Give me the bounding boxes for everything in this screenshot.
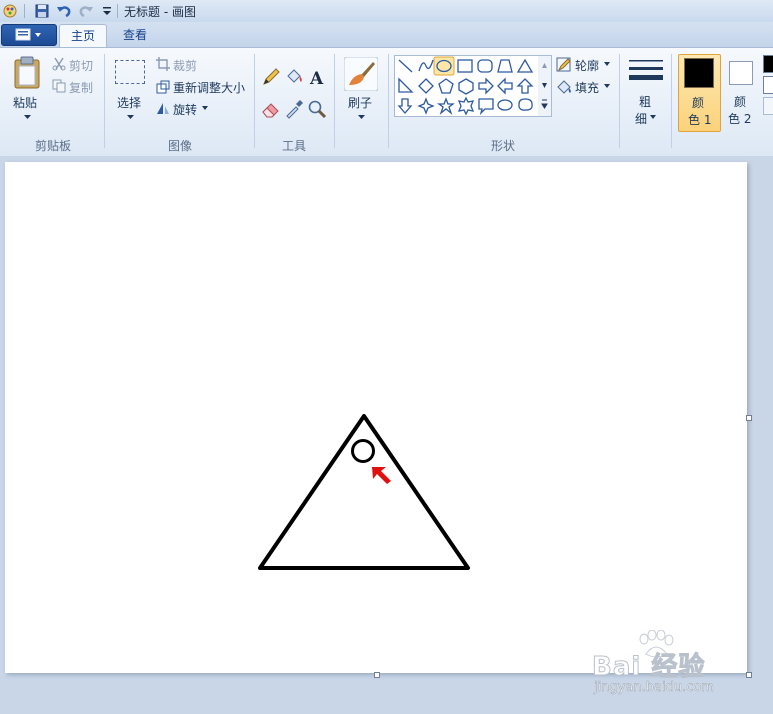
title-bar: 无标题 - 画图 bbox=[0, 0, 773, 23]
rotate-icon bbox=[157, 103, 169, 114]
tab-view[interactable]: 查看 bbox=[113, 24, 157, 46]
palette-swatch-empty[interactable] bbox=[763, 97, 773, 115]
size-button[interactable]: 粗 细 bbox=[626, 55, 666, 129]
palette-swatch-black[interactable] bbox=[763, 55, 773, 73]
shapes-grid-icons bbox=[397, 56, 551, 116]
paint-app-icon bbox=[3, 4, 17, 18]
resize-icon bbox=[156, 80, 170, 94]
crop-button[interactable]: 裁剪 bbox=[156, 56, 206, 74]
ribbon: 粘贴 剪切 复制 剪贴板 选择 裁剪 重新调整大小 旋转 图像 A 工具 刷子 … bbox=[0, 47, 773, 157]
outline-button[interactable]: 轮廓 bbox=[556, 56, 616, 74]
scissors-icon bbox=[52, 57, 66, 71]
line-width-icon bbox=[629, 60, 663, 80]
group-divider bbox=[388, 54, 389, 148]
rotate-button[interactable]: 旋转 bbox=[156, 100, 212, 118]
drawing-canvas[interactable] bbox=[5, 162, 747, 673]
undo-icon[interactable] bbox=[56, 3, 72, 19]
chevron-down-icon bbox=[604, 84, 610, 88]
eraser-icon[interactable] bbox=[261, 99, 281, 119]
file-menu-button[interactable] bbox=[1, 24, 57, 46]
redo-icon[interactable] bbox=[78, 3, 94, 19]
brushes-button[interactable]: 刷子 bbox=[340, 55, 382, 129]
paste-button[interactable]: 粘贴 bbox=[8, 54, 46, 126]
fill-bucket-icon bbox=[557, 80, 571, 94]
group-divider bbox=[254, 54, 255, 148]
select-button[interactable]: 选择 bbox=[110, 56, 150, 126]
crop-icon bbox=[156, 57, 170, 71]
text-tool-icon[interactable]: A bbox=[307, 67, 327, 87]
paste-label: 粘贴 bbox=[13, 96, 38, 110]
customize-toolbar-icon[interactable] bbox=[99, 3, 115, 19]
baidu-watermark: Bai 经验 jingyan.baidu.com bbox=[591, 630, 762, 704]
fill-button[interactable]: 填充 bbox=[556, 78, 616, 96]
shapes-group-label: 形状 bbox=[490, 139, 515, 153]
watermark-brand: Bai 经验 bbox=[591, 652, 706, 683]
group-divider bbox=[671, 54, 672, 148]
group-divider bbox=[619, 54, 620, 148]
group-divider bbox=[104, 54, 105, 148]
circle-shape bbox=[351, 439, 375, 463]
resize-button[interactable]: 重新调整大小 bbox=[156, 78, 250, 96]
resize-handle-right[interactable] bbox=[746, 415, 752, 421]
chevron-down-icon bbox=[24, 115, 31, 119]
clipboard-group-label: 剪贴板 bbox=[34, 139, 71, 153]
shapes-gallery[interactable] bbox=[394, 55, 552, 117]
chevron-down-icon bbox=[604, 62, 610, 66]
chevron-down-icon bbox=[202, 106, 208, 110]
color2-button[interactable]: 颜 色 2 bbox=[722, 54, 760, 130]
selection-marquee-icon bbox=[115, 60, 145, 84]
color1-swatch bbox=[684, 58, 714, 88]
cut-button[interactable]: 剪切 bbox=[52, 56, 98, 74]
group-divider bbox=[334, 54, 335, 148]
color1-button[interactable]: 颜 色 1 bbox=[678, 54, 721, 132]
paste-icon bbox=[14, 56, 40, 89]
resize-handle-bottom[interactable] bbox=[374, 672, 380, 678]
triangle-shape bbox=[258, 414, 470, 570]
chevron-down-icon bbox=[650, 115, 656, 119]
outline-pencil-icon bbox=[556, 57, 571, 72]
tab-home[interactable]: 主页 bbox=[59, 24, 107, 47]
pencil-icon[interactable] bbox=[261, 67, 281, 87]
chevron-down-icon bbox=[358, 115, 365, 119]
image-group-label: 图像 bbox=[167, 139, 192, 153]
chevron-down-icon bbox=[127, 115, 134, 119]
copy-button[interactable]: 复制 bbox=[52, 78, 98, 96]
canvas-drawing bbox=[258, 414, 470, 570]
tools-group-label: 工具 bbox=[281, 139, 306, 153]
palette-swatch-white[interactable] bbox=[763, 76, 773, 94]
svg-text:A: A bbox=[309, 69, 324, 87]
copy-icon bbox=[52, 79, 66, 93]
color-picker-icon[interactable] bbox=[284, 99, 304, 119]
file-menu-icon bbox=[15, 28, 41, 41]
fill-bucket-icon[interactable] bbox=[284, 67, 304, 87]
color2-swatch bbox=[729, 61, 753, 85]
brush-icon bbox=[344, 57, 378, 91]
red-arrow-cursor-icon bbox=[372, 467, 391, 484]
window-title: 无标题 - 画图 bbox=[124, 5, 196, 19]
watermark-url: jingyan.baidu.com bbox=[594, 680, 714, 696]
magnifier-icon[interactable] bbox=[307, 99, 327, 119]
save-icon[interactable] bbox=[34, 3, 50, 19]
